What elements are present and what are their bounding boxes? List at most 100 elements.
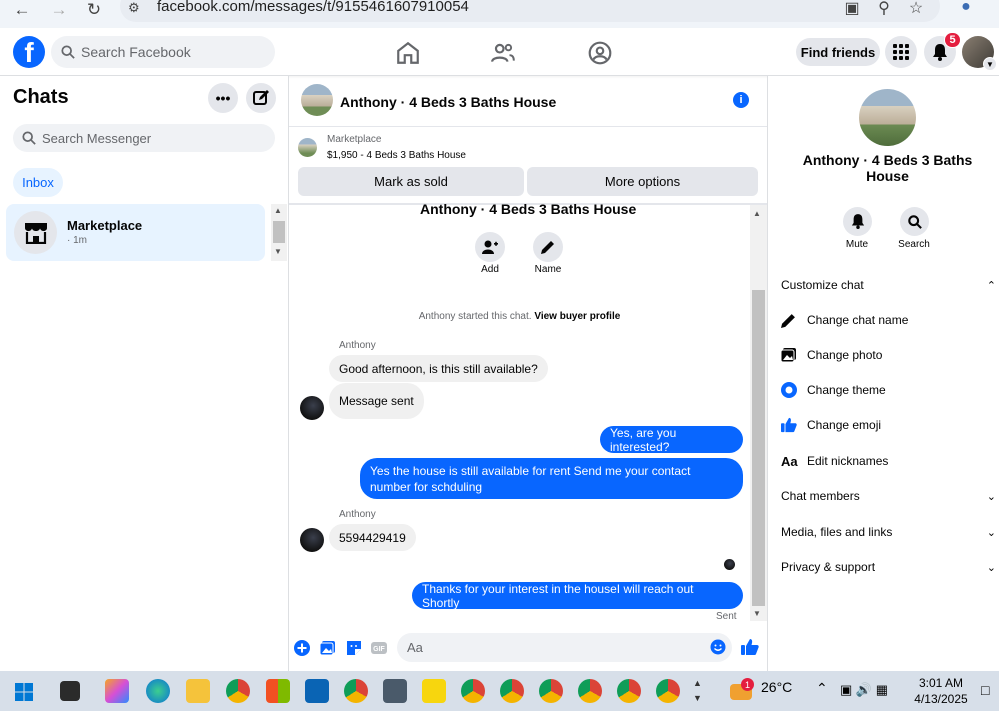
item-label: Change emoji bbox=[807, 418, 882, 432]
windows-start-icon[interactable] bbox=[15, 683, 33, 701]
marketplace-label: Marketplace bbox=[327, 134, 382, 145]
change-chat-name-item[interactable]: Change chat name bbox=[781, 308, 996, 332]
media-files-section[interactable]: Media, files and links ⌄ bbox=[781, 520, 996, 544]
system-tray-icons[interactable]: ▣ 🔊 ▦ bbox=[840, 682, 888, 698]
edge-icon[interactable] bbox=[146, 679, 170, 703]
change-emoji-item[interactable]: Change emoji bbox=[781, 413, 996, 437]
facebook-logo-icon[interactable]: f bbox=[13, 36, 45, 68]
emoji-icon[interactable] bbox=[710, 639, 726, 655]
privacy-support-section[interactable]: Privacy & support ⌄ bbox=[781, 555, 996, 579]
add-people-button[interactable] bbox=[475, 232, 505, 262]
search-icon bbox=[61, 45, 75, 59]
chat-members-section[interactable]: Chat members ⌄ bbox=[781, 484, 996, 508]
taskbar-scroll-icon[interactable]: ▲ ▼ bbox=[693, 676, 702, 706]
site-settings-icon[interactable]: ⚙ bbox=[128, 0, 148, 15]
photo-icon[interactable] bbox=[320, 640, 336, 656]
message-bubble-sent[interactable]: Thanks for your interest in the houseI w… bbox=[412, 582, 743, 610]
listing-thumbnail[interactable] bbox=[298, 138, 317, 157]
sticky-notes-icon[interactable] bbox=[422, 679, 446, 703]
bookmark-star-icon[interactable]: ☆ bbox=[906, 0, 926, 17]
avatar[interactable] bbox=[300, 528, 324, 552]
edit-nicknames-item[interactable]: Aa Edit nicknames bbox=[781, 449, 996, 473]
copilot-icon[interactable] bbox=[105, 679, 129, 703]
view-buyer-profile-link[interactable]: View buyer profile bbox=[534, 311, 620, 322]
gif-icon[interactable]: GIF bbox=[371, 640, 387, 656]
change-theme-item[interactable]: Change theme bbox=[781, 378, 996, 402]
sender-name: Anthony bbox=[339, 340, 376, 351]
messenger-search-input[interactable]: Search Messenger bbox=[13, 124, 275, 152]
mark-as-sold-button[interactable]: Mark as sold bbox=[298, 167, 524, 196]
chat-row-time: · 1m bbox=[67, 235, 87, 246]
chrome-icon[interactable] bbox=[578, 679, 602, 703]
item-label: Edit nicknames bbox=[807, 454, 889, 468]
font-aa-icon: Aa bbox=[781, 453, 798, 469]
new-message-button[interactable] bbox=[246, 83, 276, 113]
plus-circle-icon[interactable] bbox=[294, 640, 310, 656]
facebook-search-input[interactable]: Search Facebook bbox=[51, 36, 275, 68]
notification-center-icon[interactable]: □ bbox=[981, 682, 989, 698]
section-label: Customize chat bbox=[781, 278, 864, 292]
snipping-tool-icon[interactable] bbox=[383, 679, 407, 703]
change-photo-item[interactable]: Change photo bbox=[781, 343, 996, 367]
message-bubble-sent[interactable]: Yes the house is still available for ren… bbox=[360, 458, 743, 499]
chrome-icon[interactable] bbox=[656, 679, 680, 703]
find-friends-button[interactable]: Find friends bbox=[796, 38, 880, 66]
more-options-button[interactable]: More options bbox=[527, 167, 758, 196]
task-view-icon[interactable] bbox=[60, 681, 80, 701]
message-bubble[interactable]: Message sent bbox=[329, 383, 424, 419]
thumbs-up-icon[interactable] bbox=[741, 638, 759, 656]
zoom-icon[interactable]: ⚲ bbox=[874, 0, 894, 17]
scroll-up-icon[interactable]: ▲ bbox=[753, 209, 761, 218]
chevron-up-icon: ⌃ bbox=[986, 279, 996, 292]
chrome-icon[interactable] bbox=[226, 679, 250, 703]
chrome-icon[interactable] bbox=[461, 679, 485, 703]
scroll-up-icon[interactable]: ▲ bbox=[274, 206, 282, 215]
reload-icon[interactable]: ↻ bbox=[80, 0, 108, 20]
section-label: Privacy & support bbox=[781, 560, 876, 574]
weather-temperature[interactable]: 26°C bbox=[761, 679, 792, 695]
listing-title[interactable]: $1,950 - 4 Beds 3 Baths House bbox=[327, 150, 466, 161]
chrome-icon[interactable] bbox=[500, 679, 524, 703]
scroll-down-icon[interactable]: ▼ bbox=[753, 609, 761, 618]
menu-grid-button[interactable] bbox=[885, 36, 917, 68]
avatar[interactable] bbox=[301, 84, 333, 116]
message-input[interactable]: Aa bbox=[397, 633, 732, 662]
scrollbar-thumb[interactable] bbox=[273, 221, 285, 243]
mute-button[interactable] bbox=[843, 207, 872, 236]
forward-icon[interactable]: → bbox=[45, 0, 73, 20]
message-bubble[interactable]: 5594429419 bbox=[329, 524, 416, 551]
clock[interactable]: 3:01 AM 4/13/2025 bbox=[906, 675, 976, 707]
groups-icon[interactable] bbox=[587, 40, 613, 66]
search-in-chat-button[interactable] bbox=[900, 207, 929, 236]
chevron-down-icon[interactable]: ▼ bbox=[983, 57, 997, 71]
name-chat-button[interactable] bbox=[533, 232, 563, 262]
sticker-icon[interactable] bbox=[346, 640, 362, 656]
back-icon[interactable]: ← bbox=[8, 0, 36, 20]
search-placeholder: Search Messenger bbox=[42, 130, 152, 146]
scrollbar-thumb[interactable] bbox=[752, 290, 765, 606]
chrome-icon[interactable] bbox=[539, 679, 563, 703]
info-icon[interactable]: i bbox=[733, 92, 749, 108]
scroll-down-icon[interactable]: ▼ bbox=[274, 247, 282, 256]
message-bubble[interactable]: Good afternoon, is this still available? bbox=[329, 355, 548, 382]
url-text[interactable]: facebook.com/messages/t/9155461607910054 bbox=[157, 0, 469, 15]
store-icon[interactable] bbox=[266, 679, 290, 703]
avatar[interactable] bbox=[859, 89, 916, 146]
file-explorer-icon[interactable] bbox=[186, 679, 210, 703]
message-bubble-sent[interactable]: Yes, are you interested? bbox=[600, 426, 743, 454]
chrome-icon[interactable] bbox=[617, 679, 641, 703]
install-app-icon[interactable]: ▣ bbox=[842, 0, 862, 17]
browser-profile-icon[interactable]: ● bbox=[956, 0, 976, 16]
thread-title: Anthony · 4 Beds 3 Baths House bbox=[420, 201, 637, 217]
tab-inbox[interactable]: Inbox bbox=[13, 168, 63, 197]
chevron-up-icon[interactable]: ⌃ bbox=[816, 680, 828, 697]
conversation-title[interactable]: Anthony · 4 Beds 3 Baths House bbox=[340, 94, 556, 110]
date-text: 4/13/2025 bbox=[914, 692, 968, 706]
avatar[interactable] bbox=[300, 396, 324, 420]
chrome-icon[interactable] bbox=[344, 679, 368, 703]
home-icon[interactable] bbox=[395, 40, 421, 66]
chats-more-button[interactable]: ••• bbox=[208, 83, 238, 113]
customize-chat-section[interactable]: Customize chat ⌃ bbox=[781, 273, 996, 297]
outlook-icon[interactable] bbox=[305, 679, 329, 703]
friends-icon[interactable] bbox=[490, 40, 516, 66]
